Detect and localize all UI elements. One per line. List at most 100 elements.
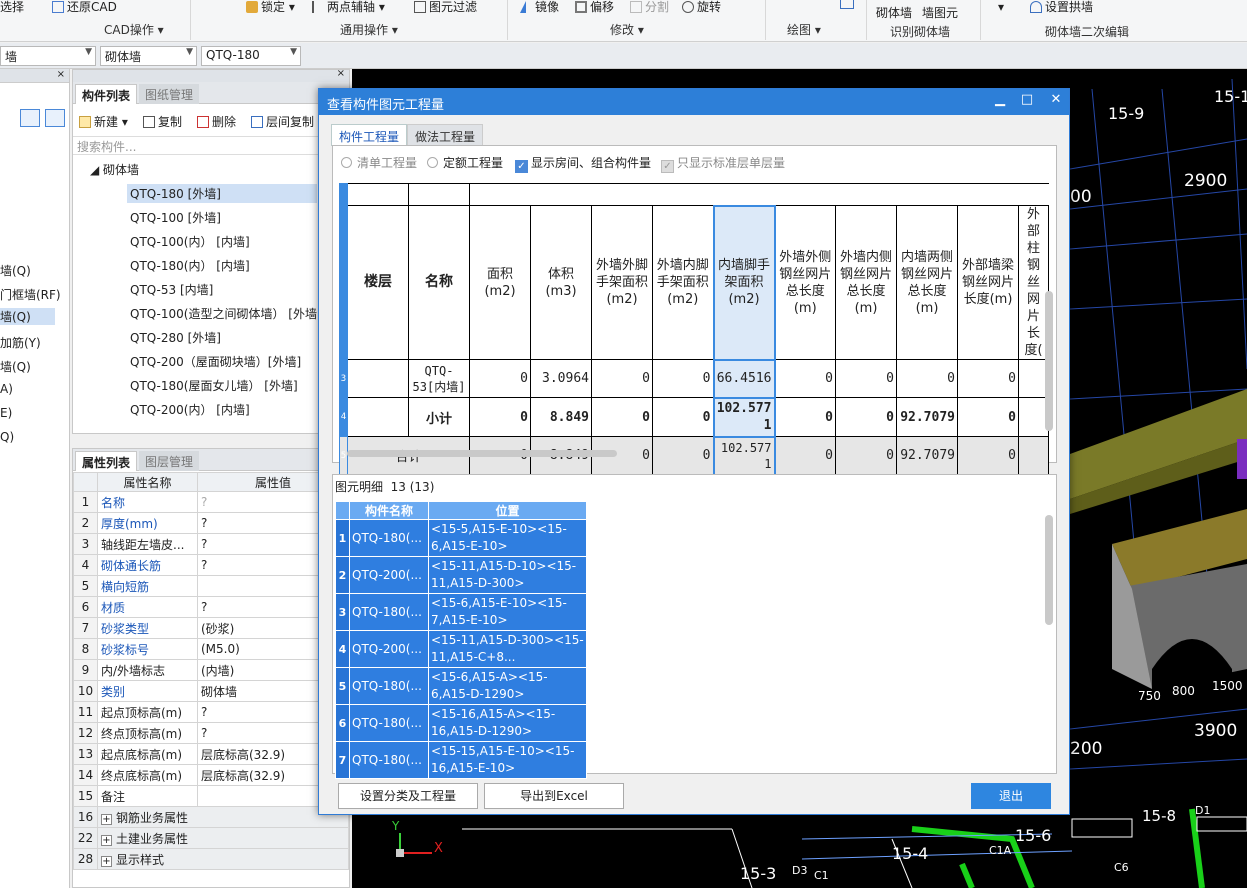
group-common-ops[interactable]: 通用操作 ▾ xyxy=(340,21,398,38)
property-row[interactable]: 10 类别 砌体墙 xyxy=(73,680,349,702)
detail-row[interactable]: 3 QTQ-180(... <15-6,A15-E-10><15-7,A15-E-1… xyxy=(335,593,587,631)
expand-icon[interactable]: + xyxy=(101,813,112,825)
group-draw[interactable]: 绘图 ▾ xyxy=(787,21,821,38)
set-arch-button[interactable]: 设置拱墙 xyxy=(1030,0,1093,15)
group-cad-ops[interactable]: CAD操作 ▾ xyxy=(104,21,164,38)
tree-item[interactable]: QTQ-53 [内墙] xyxy=(127,280,216,299)
close-icon[interactable]: ✕ xyxy=(1045,92,1067,107)
property-group-row[interactable]: 16 + 钢筋业务属性 xyxy=(73,806,349,828)
close-icon[interactable]: × xyxy=(57,69,65,80)
property-row[interactable]: 3 轴线距左墙皮...? xyxy=(73,533,349,555)
horizontal-scrollbar[interactable] xyxy=(347,450,617,457)
identify-masonry-wall-button[interactable]: 砌体墙 xyxy=(876,4,912,21)
tab-method-quantity[interactable]: 做法工程量 xyxy=(407,124,484,146)
type-select[interactable]: 砌体墙 ▼ xyxy=(100,46,197,66)
property-row[interactable]: 15 备注 xyxy=(73,785,349,807)
detail-header-row: 构件名称 位置 xyxy=(335,501,587,520)
new-button[interactable]: 新建 ▾ xyxy=(79,113,128,130)
list-view-icon[interactable] xyxy=(20,109,40,127)
tree-root-masonry-wall[interactable]: ◢ 砌体墙 xyxy=(87,160,142,179)
tab-component-list[interactable]: 构件列表 xyxy=(75,84,138,104)
nav-item[interactable]: 墙(Q) xyxy=(0,262,31,279)
copy-button[interactable]: 复制 xyxy=(143,113,182,130)
property-row[interactable]: 2 厚度(mm)? xyxy=(73,512,349,534)
floor-copy-button[interactable]: 层间复制 xyxy=(251,113,314,130)
nav-item[interactable]: 门框墙(RF) xyxy=(0,286,61,303)
split-button[interactable]: 分割 xyxy=(630,0,669,15)
detail-row[interactable]: 4 QTQ-200(... <15-11,A15-D-300><15-11,A15-… xyxy=(335,630,587,668)
select-button[interactable]: 选择 xyxy=(0,0,24,15)
rotate-button[interactable]: 旋转 xyxy=(682,0,721,15)
mirror-button[interactable]: 镜像 xyxy=(520,0,559,15)
delete-button[interactable]: 删除 xyxy=(197,113,236,130)
draw-shape-icon[interactable] xyxy=(840,0,857,10)
set-classification-button[interactable]: 设置分类及工程量 xyxy=(338,783,478,809)
nav-item[interactable]: E) xyxy=(0,406,12,420)
component-select[interactable]: QTQ-180 ▼ xyxy=(201,46,301,66)
minimize-icon[interactable]: ▁ xyxy=(989,92,1011,107)
category-select[interactable]: 墙 ▼ xyxy=(0,46,96,66)
tree-item[interactable]: QTQ-100(造型之间砌体墙） [外墙] xyxy=(127,304,325,323)
nav-item[interactable]: Q) xyxy=(0,430,14,444)
property-row[interactable]: 5 横向短筋 xyxy=(73,575,349,597)
tab-property-list[interactable]: 属性列表 xyxy=(75,451,138,471)
tree-item[interactable]: QTQ-200（屋面砌块墙）[外墙] xyxy=(127,352,304,371)
collapse-icon[interactable]: ◢ xyxy=(90,163,103,177)
dropdown-arrow[interactable]: ▾ xyxy=(998,0,1004,14)
offset-button[interactable]: 偏移 xyxy=(575,0,614,15)
property-row[interactable]: 14 终点底标高(m) 层底标高(32.9) xyxy=(73,764,349,786)
maximize-icon[interactable]: □ xyxy=(1016,92,1038,107)
lock-button[interactable]: 锁定 ▾ xyxy=(246,0,295,15)
exit-button[interactable]: 退出 xyxy=(971,783,1051,809)
property-group-row[interactable]: 22 + 土建业务属性 xyxy=(73,827,349,849)
nav-item[interactable]: A) xyxy=(0,382,13,396)
detail-row[interactable]: 1 QTQ-180(... <15-5,A15-E-10><15-6,A15-E-1… xyxy=(335,519,587,557)
property-row[interactable]: 1 名称? xyxy=(73,491,349,513)
group-modify[interactable]: 修改 ▾ xyxy=(610,21,644,38)
nav-item[interactable]: 墙(Q) xyxy=(0,358,31,375)
detail-row[interactable]: 5 QTQ-180(... <15-6,A15-A><15-6,A15-D-1290… xyxy=(335,667,587,705)
property-row[interactable]: 12 终点顶标高(m)? xyxy=(73,722,349,744)
tab-component-quantity[interactable]: 构件工程量 xyxy=(331,124,408,146)
tree-item[interactable]: QTQ-100 [外墙] xyxy=(127,208,224,227)
standard-floor-checkbox[interactable]: ✓ 只显示标准层单层量 xyxy=(661,154,785,173)
property-row[interactable]: 4 砌体通长筋? xyxy=(73,554,349,576)
close-icon[interactable]: × xyxy=(337,68,345,79)
detail-view-icon[interactable] xyxy=(45,109,65,127)
tree-item-selected[interactable]: QTQ-180 [外墙] xyxy=(127,184,317,203)
vertical-scrollbar[interactable] xyxy=(1045,515,1053,625)
list-quantity-radio[interactable]: 清单工程量 xyxy=(341,154,417,171)
tab-layer-management[interactable]: 图层管理 xyxy=(139,451,200,471)
tab-drawing-management[interactable]: 图纸管理 xyxy=(139,84,200,104)
restore-cad-button[interactable]: 还原CAD xyxy=(52,0,117,15)
two-point-axis-button[interactable]: 两点辅轴 ▾ xyxy=(312,0,385,15)
export-excel-button[interactable]: 导出到Excel xyxy=(484,783,624,809)
show-rooms-checkbox[interactable]: ✓ 显示房间、组合构件量 xyxy=(515,154,651,173)
expand-icon[interactable]: + xyxy=(101,834,112,846)
detail-row[interactable]: 6 QTQ-180(... <15-16,A15-A><15-16,A15-D-12… xyxy=(335,704,587,742)
nav-item[interactable]: 加筋(Y) xyxy=(0,334,41,351)
tree-item[interactable]: QTQ-180(屋面女儿墙） [外墙] xyxy=(127,376,301,395)
property-row[interactable]: 13 起点底标高(m) 层底标高(32.9) xyxy=(73,743,349,765)
detail-row[interactable]: 7 QTQ-180(... <15-15,A15-E-10><15-16,A15-E… xyxy=(335,741,587,779)
nav-item-selected[interactable]: 墙(Q) xyxy=(0,308,55,325)
table-row[interactable]: 3 QTQ-53[内墙] 0 3.0964 0 0 66.4516 0000 xyxy=(339,358,1049,399)
quota-quantity-radio[interactable]: 定额工程量 xyxy=(427,154,503,171)
vertical-scrollbar[interactable] xyxy=(1045,291,1053,431)
property-row[interactable]: 9 内/外墙标志 (内墙) xyxy=(73,659,349,681)
property-group-row[interactable]: 28 + 显示样式 xyxy=(73,848,349,870)
property-row[interactable]: 6 材质? xyxy=(73,596,349,618)
property-row[interactable]: 11 起点顶标高(m)? xyxy=(73,701,349,723)
wall-element-button[interactable]: 墙图元 xyxy=(922,4,958,21)
tree-item[interactable]: QTQ-100(内） [内墙] xyxy=(127,232,253,251)
tree-item[interactable]: QTQ-200(内） [内墙] xyxy=(127,400,253,419)
component-search-input[interactable]: 搜索构件... xyxy=(73,136,349,155)
tree-item[interactable]: QTQ-280 [外墙] xyxy=(127,328,224,347)
subtotal-row[interactable]: 4 小计 0 8.849 0 0 102.5771 0 0 92.7079 0 xyxy=(339,396,1049,438)
element-filter-button[interactable]: 图元过滤 xyxy=(414,0,477,15)
property-row[interactable]: 7 砂浆类型 (砂浆) xyxy=(73,617,349,639)
expand-icon[interactable]: + xyxy=(101,855,112,867)
tree-item[interactable]: QTQ-180(内） [内墙] xyxy=(127,256,253,275)
detail-row[interactable]: 2 QTQ-200(... <15-11,A15-D-10><15-11,A15-D… xyxy=(335,556,587,594)
property-row[interactable]: 8 砂浆标号 (M5.0) xyxy=(73,638,349,660)
